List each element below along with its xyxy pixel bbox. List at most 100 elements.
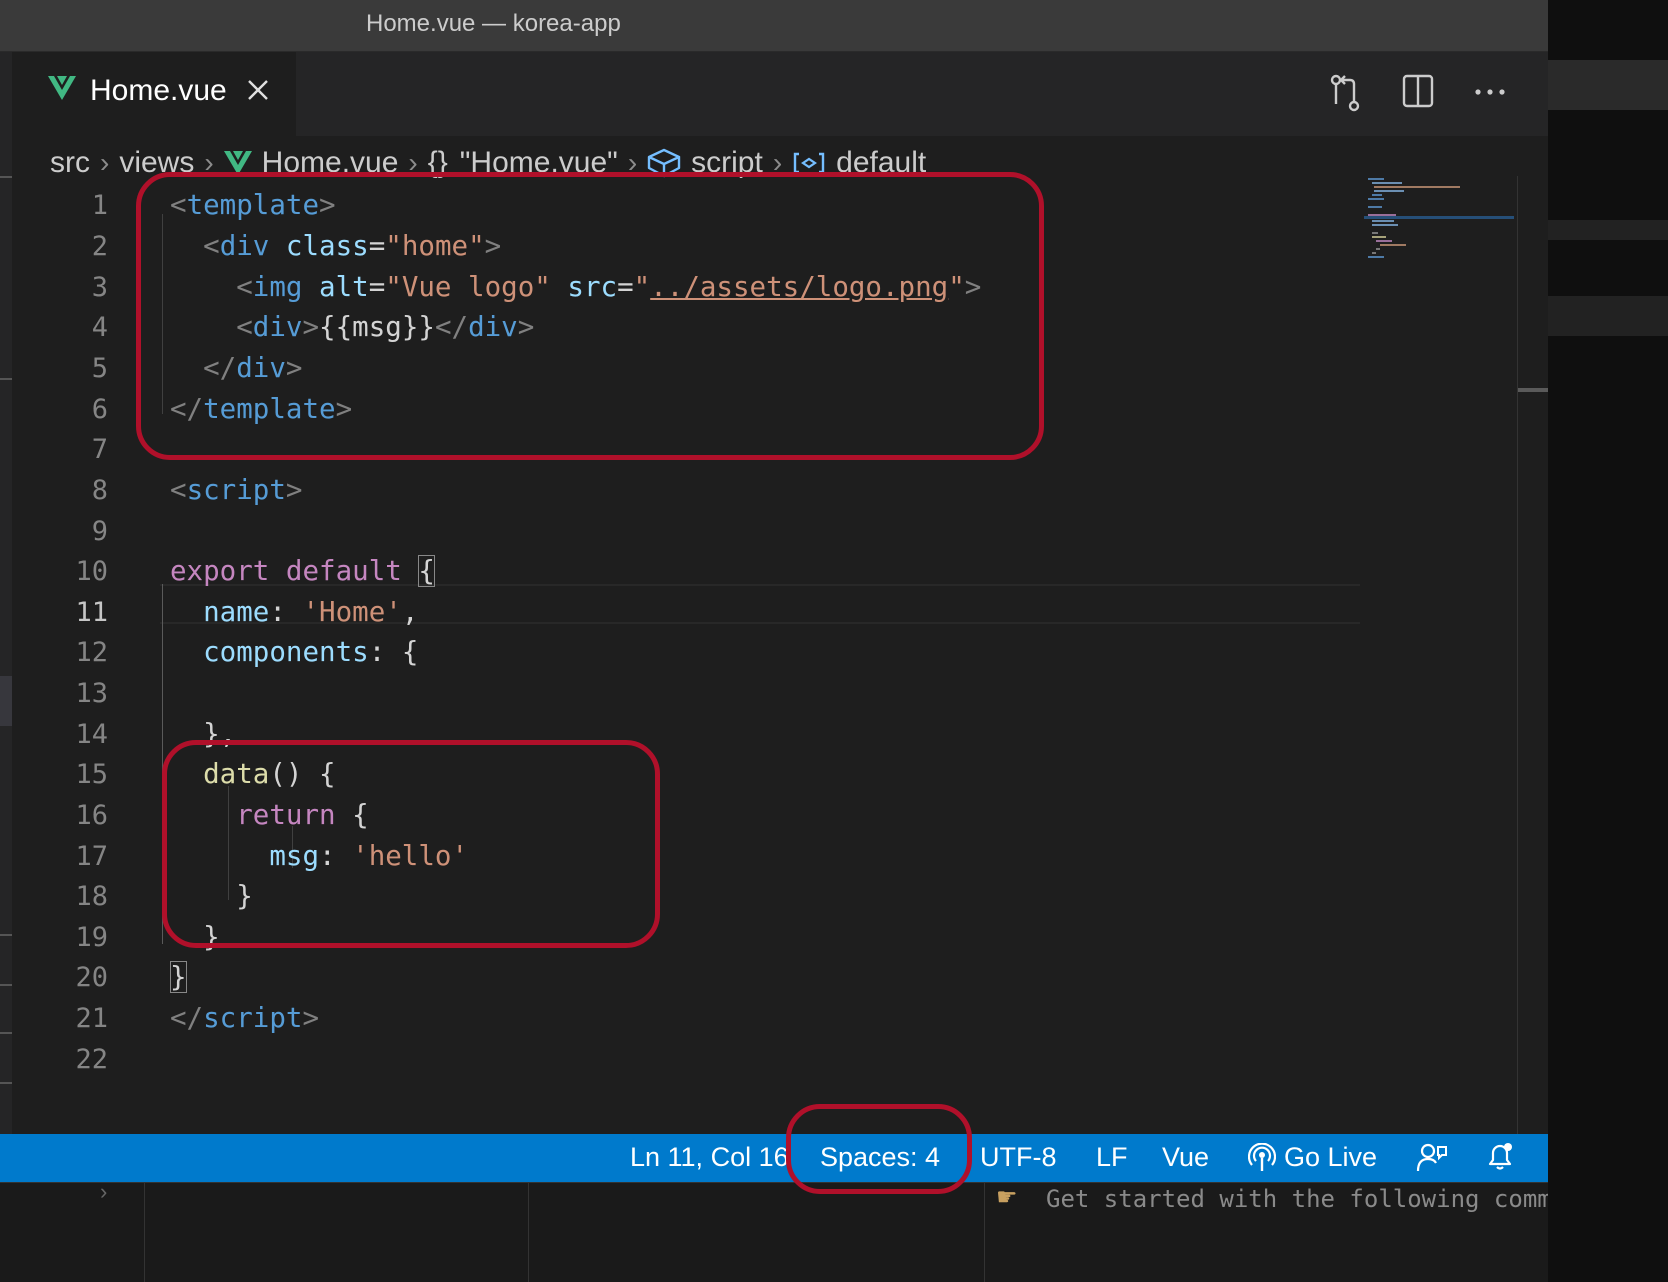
line-content: <script> [170, 474, 302, 506]
edge-marker [0, 378, 12, 380]
code-token: script [203, 1002, 303, 1034]
eol-selector[interactable]: LF [1096, 1142, 1128, 1173]
line-content: } [170, 961, 187, 993]
close-icon[interactable] [246, 78, 270, 107]
line-content: components: { [170, 636, 418, 668]
line-number: 13 [75, 678, 108, 709]
notifications-bell-icon[interactable] [1484, 1140, 1524, 1172]
code-line[interactable]: 22 [12, 1040, 1412, 1082]
tab-label: Home.vue [90, 74, 227, 107]
highlight-box-spaces [786, 1104, 972, 1194]
code-line[interactable]: 20} [12, 958, 1412, 1000]
line-number: 11 [75, 597, 108, 628]
vue-logo-icon [48, 76, 76, 105]
code-token: : [269, 596, 303, 628]
code-token: > [302, 1002, 320, 1034]
highlight-box-data [162, 740, 660, 948]
line-number: 1 [91, 190, 108, 221]
go-live-label: Go Live [1284, 1142, 1378, 1172]
cursor-position[interactable]: Ln 11, Col 16 [630, 1142, 789, 1173]
code-line[interactable]: 13 [12, 674, 1412, 716]
line-number: 16 [75, 800, 108, 831]
code-line[interactable]: 12 components: { [12, 633, 1412, 675]
line-number: 15 [75, 759, 108, 790]
line-number: 17 [75, 841, 108, 872]
code-token: </ [170, 1002, 204, 1034]
line-number: 6 [91, 394, 108, 425]
minimap[interactable] [1364, 176, 1524, 296]
line-content: name: 'Home', [170, 596, 418, 628]
code-line[interactable]: 8 <script> [12, 471, 1412, 513]
code-token: default [285, 555, 402, 587]
broadcast-icon [1248, 1142, 1276, 1171]
edge-marker [0, 1032, 12, 1034]
highlight-box-template [136, 172, 1044, 460]
edge-marker [0, 176, 12, 178]
edge-marker [0, 934, 12, 936]
tab-home-vue[interactable]: Home.vue [12, 52, 296, 136]
line-number: 22 [75, 1044, 108, 1075]
title-bar: Home.vue — korea-app [0, 0, 1648, 52]
open-changes-icon[interactable] [1328, 74, 1362, 117]
more-actions-icon[interactable] [1474, 84, 1506, 102]
code-token: script [186, 474, 286, 506]
code-token: < [170, 474, 187, 506]
line-number: 8 [91, 475, 108, 506]
line-content: </script> [170, 1002, 319, 1034]
edge-marker-active [0, 676, 12, 726]
background-window [1548, 0, 1668, 1282]
code-line[interactable]: 21 </script> [12, 999, 1412, 1041]
chevron-right-icon: › [100, 147, 110, 178]
language-mode-selector[interactable]: Vue [1162, 1142, 1209, 1173]
edge-marker [0, 1082, 12, 1084]
panel-divider [144, 1183, 145, 1282]
line-number: 20 [75, 962, 108, 993]
code-token: name [203, 596, 270, 628]
encoding-selector[interactable]: UTF-8 [980, 1142, 1057, 1173]
line-number: 18 [75, 881, 108, 912]
code-token: components [203, 636, 369, 668]
vscode-window: Home.vue — korea-app Home.vue src › view… [0, 0, 1648, 1282]
line-number: 19 [75, 922, 108, 953]
chevron-right-icon: › [100, 1179, 108, 1204]
code-line[interactable]: 10 export default { [12, 552, 1412, 594]
split-editor-icon[interactable] [1402, 74, 1434, 113]
panel-divider [528, 1183, 529, 1282]
line-number: 4 [91, 312, 108, 343]
line-number: 14 [75, 719, 108, 750]
code-token: : { [368, 636, 419, 668]
terminal-panel[interactable]: › ☛ Get started with the following comma… [0, 1179, 1648, 1282]
line-content: export default { [170, 555, 435, 587]
editor-right-border [1517, 176, 1518, 1134]
code-line[interactable]: 11 name: 'Home', [12, 593, 1412, 635]
breadcrumb-item-src[interactable]: src [50, 146, 90, 180]
feedback-icon[interactable] [1416, 1141, 1456, 1173]
pointing-hand-icon: ☛ [996, 1184, 1018, 1211]
activity-edge [0, 52, 12, 1206]
line-number: 21 [75, 1003, 108, 1034]
go-live-button[interactable]: Go Live [1248, 1142, 1377, 1173]
code-token: , [401, 596, 419, 628]
line-number: 5 [91, 353, 108, 384]
line-number: 2 [91, 231, 108, 262]
code-line[interactable]: 9 [12, 512, 1412, 554]
line-number: 7 [91, 434, 108, 465]
line-number: 10 [75, 556, 108, 587]
editor-tab-bar: Home.vue [12, 52, 1648, 136]
code-token: 'Home' [302, 596, 402, 628]
terminal-output: Get started with the following commands: [1046, 1185, 1624, 1213]
code-token: export [170, 555, 270, 587]
line-number: 12 [75, 637, 108, 668]
window-title: Home.vue — korea-app [366, 10, 621, 37]
line-number: 9 [91, 516, 108, 547]
vertical-scrollbar-thumb[interactable] [1518, 388, 1548, 392]
line-number: 3 [91, 272, 108, 303]
code-token: } [170, 961, 187, 993]
edge-marker [0, 984, 12, 986]
code-token: > [285, 474, 303, 506]
code-token: { [418, 555, 435, 587]
panel-divider [984, 1183, 985, 1282]
